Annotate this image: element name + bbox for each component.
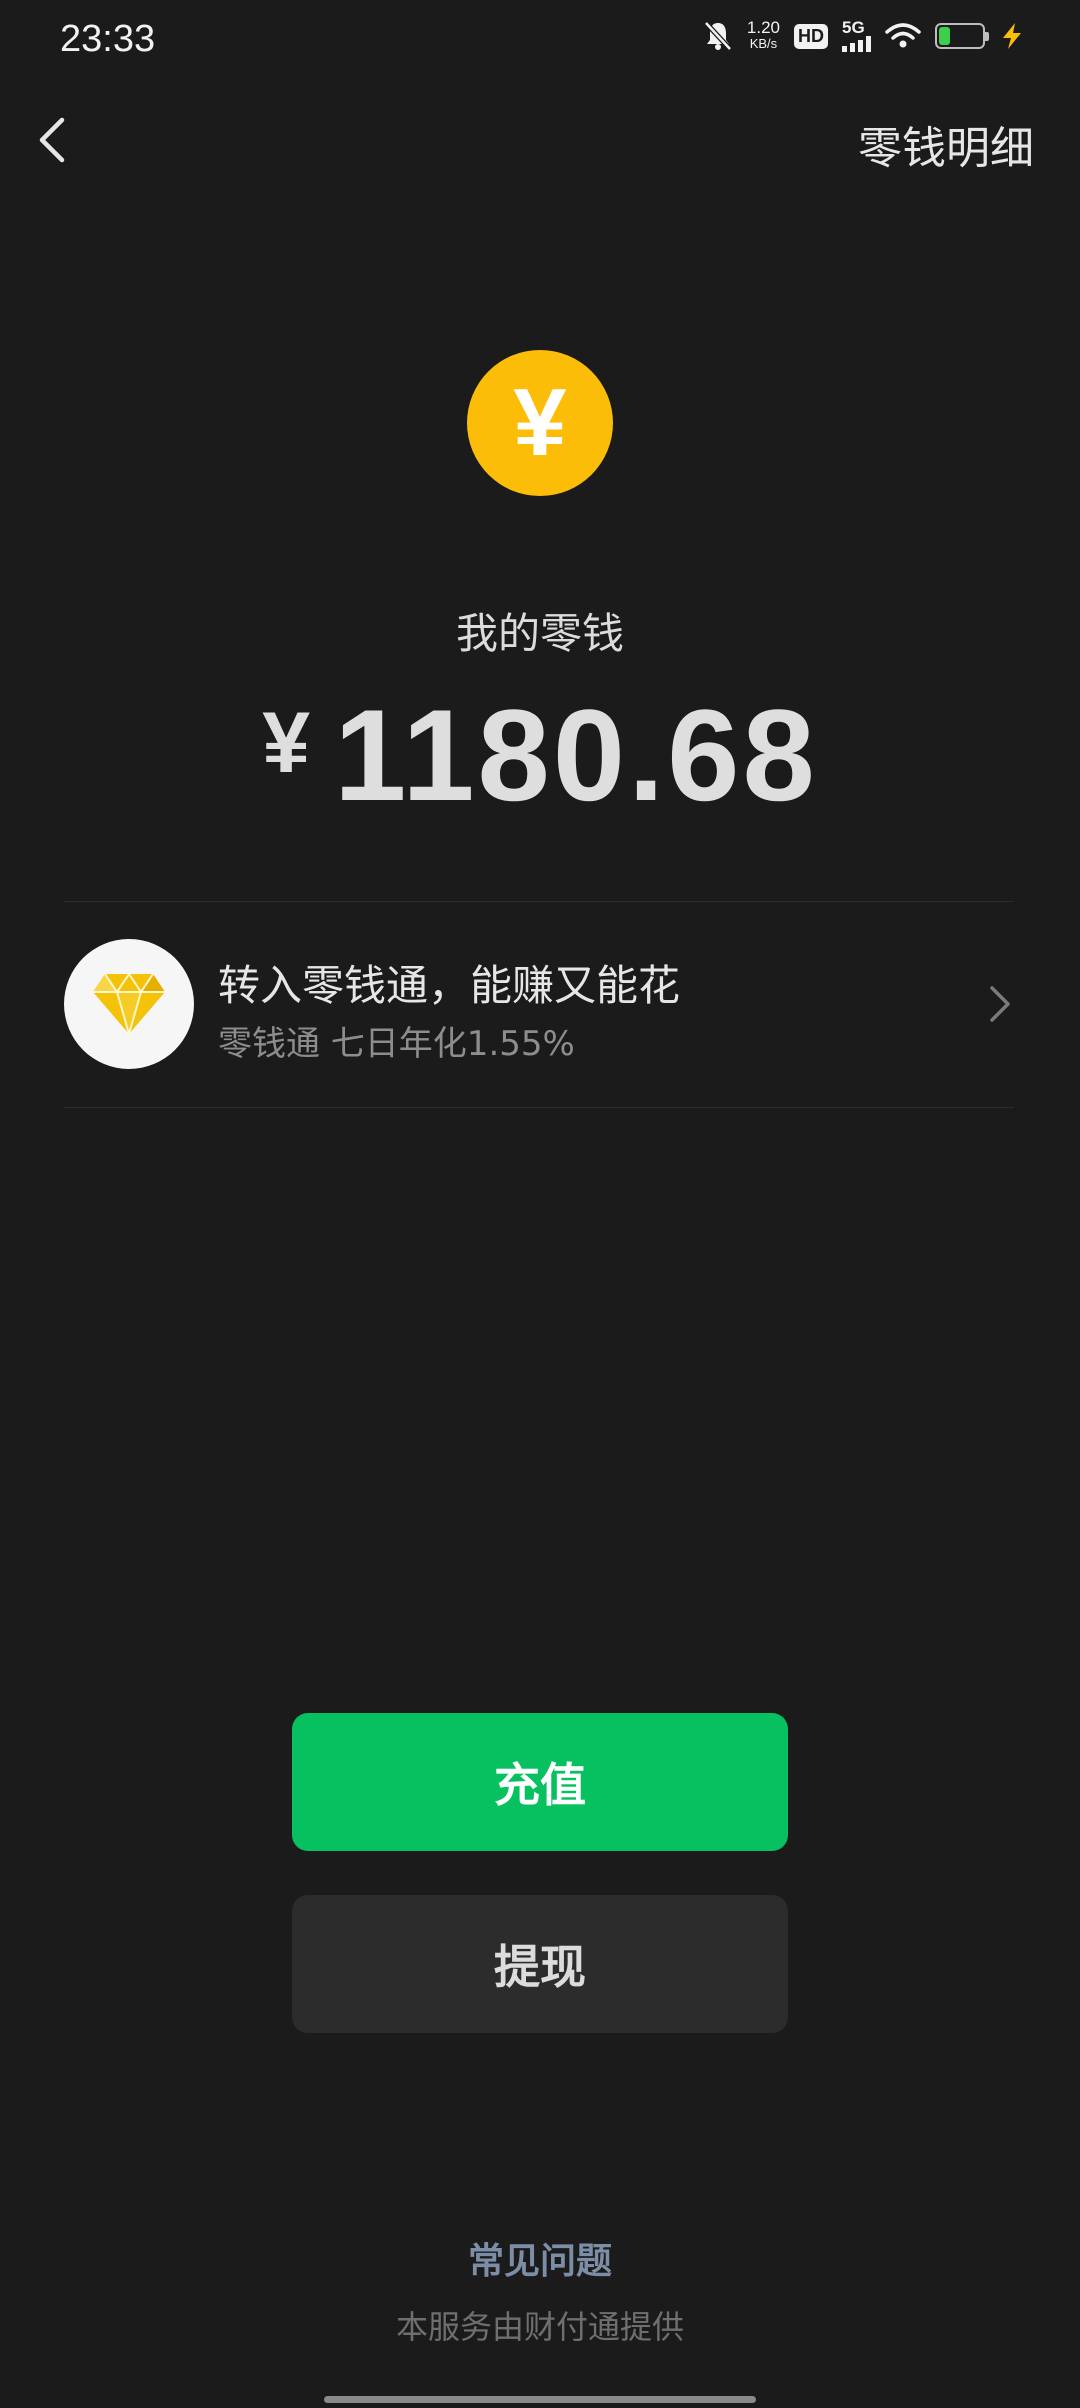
status-bar: 23:33 1.20 KB/s HD 5G 21 (0, 0, 1080, 80)
hd-badge: HD (794, 23, 828, 49)
divider (64, 1107, 1014, 1108)
network-speed: 1.20 KB/s (746, 18, 780, 52)
chevron-right-icon (990, 986, 1010, 1022)
status-time: 23:33 (60, 18, 156, 60)
withdraw-button[interactable]: 提现 (292, 1895, 788, 2033)
speed-unit: KB/s (749, 36, 778, 51)
lingqiantong-promo-row[interactable]: 转入零钱通，能赚又能花 零钱通 七日年化1.55% (64, 902, 1014, 1104)
cellular-signal: 5G (842, 18, 871, 52)
balance-details-link[interactable]: 零钱明细 (858, 112, 1034, 176)
battery-level: 21 (949, 26, 971, 46)
wifi-icon (885, 23, 921, 48)
service-provider-text: 本服务由财付通提供 (395, 2308, 684, 2346)
status-icons: 1.20 KB/s HD 5G 21 (703, 18, 1025, 52)
promo-subtitle: 零钱通 七日年化1.55% (218, 1024, 575, 1064)
diamond-icon (64, 939, 194, 1069)
yuan-coin-icon: ¥ (467, 350, 613, 496)
balance-amount: ¥1180.68 (0, 680, 1080, 830)
recharge-button[interactable]: 充值 (292, 1713, 788, 1851)
balance-label: 我的零钱 (455, 609, 624, 658)
network-type: 5G (842, 18, 865, 37)
speed-value: 1.20 (746, 18, 780, 37)
amount-value: 1180.68 (334, 682, 818, 828)
battery-icon: 21 (935, 23, 989, 49)
yuan-glyph: ¥ (513, 369, 567, 476)
promo-title: 转入零钱通，能赚又能花 (218, 961, 681, 1010)
charging-icon (1003, 23, 1021, 49)
back-button[interactable] (30, 110, 80, 170)
currency-symbol: ¥ (262, 695, 311, 791)
faq-link[interactable]: 常见问题 (0, 2232, 1080, 2284)
home-indicator[interactable] (324, 2396, 756, 2403)
signal-bars-icon (842, 36, 871, 52)
bell-muted-icon (704, 21, 732, 51)
